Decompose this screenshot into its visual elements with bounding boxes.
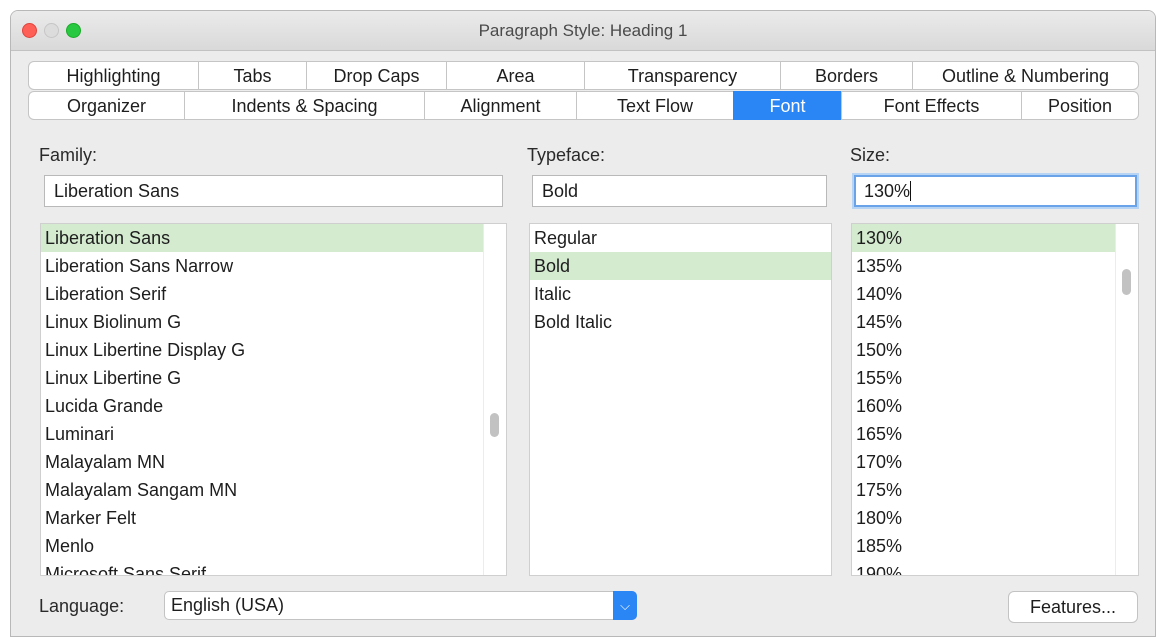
list-item[interactable]: 130% — [852, 224, 1138, 252]
family-list[interactable]: Liberation Sans Liberation Sans Narrow L… — [40, 223, 507, 576]
list-item[interactable]: 160% — [852, 392, 1138, 420]
list-item[interactable]: Regular — [530, 224, 831, 252]
language-select[interactable]: English (USA) ⌵ — [164, 591, 637, 620]
paragraph-style-dialog: Paragraph Style: Heading 1 Highlighting … — [10, 10, 1156, 637]
size-scroll-thumb[interactable] — [1122, 269, 1131, 295]
tab-row-2: Organizer Indents & Spacing Alignment Te… — [28, 91, 1139, 120]
list-item[interactable]: Italic — [530, 280, 831, 308]
tab-row-1: Highlighting Tabs Drop Caps Area Transpa… — [28, 61, 1139, 90]
tab-position[interactable]: Position — [1021, 91, 1139, 120]
list-item[interactable]: 185% — [852, 532, 1138, 560]
tab-indents-spacing[interactable]: Indents & Spacing — [184, 91, 424, 120]
list-item[interactable]: Liberation Serif — [41, 280, 506, 308]
family-input[interactable]: Liberation Sans — [44, 175, 503, 207]
window-title: Paragraph Style: Heading 1 — [478, 21, 688, 40]
tab-organizer[interactable]: Organizer — [28, 91, 184, 120]
list-item[interactable]: 180% — [852, 504, 1138, 532]
list-item[interactable]: 155% — [852, 364, 1138, 392]
family-scrollbar[interactable] — [483, 224, 506, 575]
list-item[interactable]: Bold Italic — [530, 308, 831, 336]
list-item[interactable]: Bold — [530, 252, 831, 280]
tab-highlighting[interactable]: Highlighting — [28, 61, 198, 90]
tab-tabs[interactable]: Tabs — [198, 61, 306, 90]
list-item[interactable]: Microsoft Sans Serif — [41, 560, 506, 575]
list-item[interactable]: Liberation Sans Narrow — [41, 252, 506, 280]
list-item[interactable]: 145% — [852, 308, 1138, 336]
list-item[interactable]: 170% — [852, 448, 1138, 476]
tab-outline-numbering[interactable]: Outline & Numbering — [912, 61, 1139, 90]
list-item[interactable]: Marker Felt — [41, 504, 506, 532]
list-item[interactable]: Menlo — [41, 532, 506, 560]
list-item[interactable]: Linux Libertine G — [41, 364, 506, 392]
title-bar[interactable]: Paragraph Style: Heading 1 — [11, 11, 1155, 51]
list-item[interactable]: 150% — [852, 336, 1138, 364]
typeface-label: Typeface: — [527, 145, 606, 165]
tab-area[interactable]: Area — [446, 61, 584, 90]
tab-alignment[interactable]: Alignment — [424, 91, 576, 120]
family-input-value: Liberation Sans — [54, 181, 180, 201]
tab-drop-caps[interactable]: Drop Caps — [306, 61, 446, 90]
tab-borders[interactable]: Borders — [780, 61, 912, 90]
language-label: Language: — [39, 596, 125, 616]
list-item[interactable]: 165% — [852, 420, 1138, 448]
size-list[interactable]: 130% 135% 140% 145% 150% 155% 160% 165% … — [851, 223, 1139, 576]
list-item[interactable]: Liberation Sans — [41, 224, 506, 252]
typeface-input[interactable]: Bold — [532, 175, 827, 207]
list-item[interactable]: Linux Libertine Display G — [41, 336, 506, 364]
list-item[interactable]: Luminari — [41, 420, 506, 448]
list-item[interactable]: 190% — [852, 560, 1138, 575]
list-item[interactable]: Linux Biolinum G — [41, 308, 506, 336]
features-button[interactable]: Features... — [1008, 591, 1138, 623]
size-label: Size: — [850, 145, 891, 165]
text-caret — [910, 181, 912, 201]
list-item[interactable]: Malayalam Sangam MN — [41, 476, 506, 504]
tab-transparency[interactable]: Transparency — [584, 61, 780, 90]
list-item[interactable]: 140% — [852, 280, 1138, 308]
size-input[interactable]: 130% — [854, 175, 1137, 207]
typeface-input-value: Bold — [542, 181, 579, 201]
list-item[interactable]: 135% — [852, 252, 1138, 280]
size-scrollbar[interactable] — [1115, 224, 1138, 575]
family-label: Family: — [39, 145, 97, 165]
tab-font-effects[interactable]: Font Effects — [841, 91, 1021, 120]
chevron-down-icon[interactable]: ⌵ — [613, 591, 637, 620]
list-item[interactable]: Malayalam MN — [41, 448, 506, 476]
tab-font[interactable]: Font — [733, 91, 841, 120]
size-input-value: 130% — [864, 181, 911, 201]
typeface-list[interactable]: Regular Bold Italic Bold Italic — [529, 223, 832, 576]
list-item[interactable]: Lucida Grande — [41, 392, 506, 420]
language-value: English (USA) — [171, 595, 285, 615]
tab-text-flow[interactable]: Text Flow — [576, 91, 733, 120]
family-scroll-thumb[interactable] — [490, 413, 499, 437]
list-item[interactable]: 175% — [852, 476, 1138, 504]
